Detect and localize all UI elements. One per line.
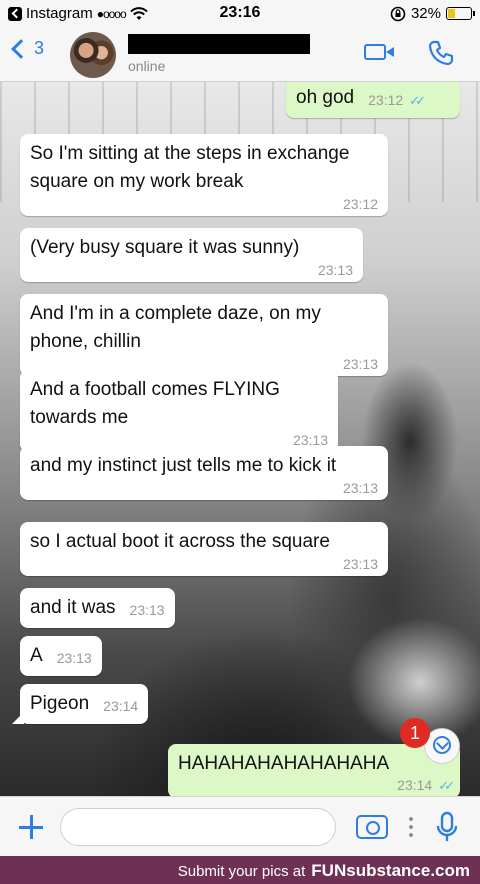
unread-chats-count: 3 [34,38,45,58]
status-bar: Instagram ●oooo 23:16 32% [0,0,480,28]
more-icon[interactable] [409,815,413,837]
footer-brand: FUNsubstance.com [311,861,470,880]
message-text: so I actual boot it across the square [30,531,330,552]
message-text: Pigeon [30,693,90,714]
message-text: HAHAHAHAHAHAHAHA [178,753,390,774]
message-bubble-incoming[interactable]: And a football comes FLYING towards me 2… [20,370,338,452]
message-bubble-outgoing[interactable]: oh god 23:12 ✓✓ [286,82,460,118]
message-text: and it was [30,597,116,618]
phone-icon[interactable] [428,40,454,66]
message-text: (Very busy square it was sunny) [30,237,300,258]
input-bar [0,796,480,856]
footer-caption: Submit your pics at [177,863,306,880]
battery-icon [446,7,475,20]
message-text: And I'm in a complete daze, on my phone,… [30,303,321,352]
chat-header: 3 online [0,28,480,82]
message-time: 23:13 [342,356,378,372]
back-chevron-icon [11,38,31,59]
footer-text: Submit your pics at FUNsubstance.com [178,861,470,881]
message-time: 23:13 [342,480,378,496]
message-text: oh god [296,87,355,108]
message-time: 23:12 [342,196,378,212]
message-bubble-incoming[interactable]: And I'm in a complete daze, on my phone,… [20,294,388,376]
message-bubble-incoming[interactable]: A 23:13 [20,636,102,676]
message-bubble-incoming[interactable]: and it was 23:13 [20,588,175,628]
back-button[interactable]: 3 [8,38,44,59]
avatar[interactable] [70,32,116,78]
message-time: 23:13 [129,602,165,618]
message-text: And a football comes FLYING towards me [30,379,280,428]
message-bubble-incoming[interactable]: Pigeon 23:14 [12,684,149,724]
read-ticks-icon: ✓✓ [409,93,426,108]
message-bubble-outgoing[interactable]: HAHAHAHAHAHAHAHA 23:14 ✓✓ [168,744,460,796]
video-call-icon[interactable] [364,44,394,60]
read-ticks-icon: ✓✓ [438,778,455,793]
scroll-down-icon [433,736,451,754]
chat-area[interactable]: oh god 23:12 ✓✓ So I'm sitting at the step… [0,82,480,796]
message-time: 23:13 [342,556,378,572]
watermark-footer: Submit your pics at FUNsubstance.com [0,856,480,884]
message-text: So I'm sitting at the steps in exchange … [30,143,350,192]
message-time: 23:14 [103,698,139,714]
message-bubble-incoming[interactable]: so I actual boot it across the square 23… [20,522,388,576]
contact-name-redacted[interactable] [128,34,310,54]
battery-percent: 32% [410,5,441,22]
message-bubble-incoming[interactable]: and my instinct just tells me to kick it… [20,446,388,500]
contact-status: online [128,58,166,74]
message-input[interactable] [60,808,336,846]
message-time: 23:12 ✓✓ [368,92,426,108]
message-time: 23:13 [56,650,92,666]
plus-icon[interactable] [18,814,44,840]
microphone-icon[interactable] [434,811,460,843]
unread-badge: 1 [400,718,430,748]
message-bubble-incoming[interactable]: (Very busy square it was sunny) 23:13 [20,228,363,282]
message-text: A [30,645,43,666]
status-bar-right: 32% [390,5,475,22]
camera-icon[interactable] [356,815,388,839]
message-text: and my instinct just tells me to kick it [30,455,337,476]
lock-rotation-icon [390,6,406,21]
bubble-tail [12,712,24,724]
message-bubble-incoming[interactable]: So I'm sitting at the steps in exchange … [20,134,388,216]
message-time: 23:14 ✓✓ [397,777,455,793]
message-time: 23:13 [317,262,353,278]
